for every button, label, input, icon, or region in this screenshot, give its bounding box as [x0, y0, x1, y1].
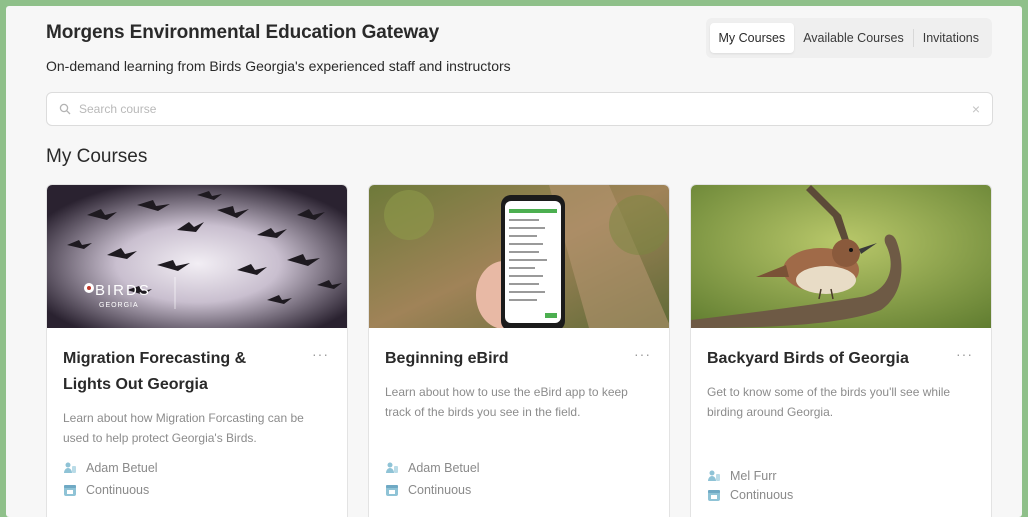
course-list: BIRDS GEORGIA Migration Forecasting & Li… [46, 184, 992, 517]
page-header: Morgens Environmental Education Gateway … [46, 22, 511, 74]
instructor-icon [64, 462, 76, 473]
more-options-icon[interactable]: ··· [956, 346, 973, 362]
course-description: Learn about how to use the eBird app to … [385, 385, 628, 419]
tab-invitations[interactable]: Invitations [914, 23, 988, 53]
course-schedule: Continuous [707, 488, 793, 502]
tab-available-courses[interactable]: Available Courses [794, 23, 913, 53]
course-card-body: Beginning eBird ··· Learn about how to u… [369, 328, 669, 422]
schedule-text: Continuous [730, 488, 794, 502]
instructor-name: Adam Betuel [408, 461, 480, 475]
course-thumbnail [691, 185, 991, 328]
course-card[interactable]: BIRDS GEORGIA Migration Forecasting & Li… [46, 184, 348, 517]
section-title: My Courses [46, 146, 148, 167]
thumb-logo-subtext: GEORGIA [99, 302, 139, 309]
page-title: Morgens Environmental Education Gateway [46, 22, 440, 43]
course-card[interactable]: Beginning eBird ··· Learn about how to u… [368, 184, 670, 517]
course-instructor: Adam Betuel [63, 461, 158, 475]
schedule-text: Continuous [408, 483, 472, 497]
instructor-icon [386, 462, 398, 473]
course-instructor: Adam Betuel [385, 461, 480, 475]
course-card-body: Migration Forecasting & Lights Out Georg… [47, 328, 347, 448]
course-card-body: Backyard Birds of Georgia ··· Get to kno… [691, 328, 991, 422]
course-schedule: Continuous [63, 483, 149, 497]
course-schedule: Continuous [385, 483, 471, 497]
course-title[interactable]: Backyard Birds of Georgia [707, 346, 937, 372]
thumb-logo-text: BIRDS [95, 282, 151, 299]
course-instructor: Mel Furr [707, 469, 777, 483]
clear-icon[interactable]: × [972, 101, 980, 117]
page-subtitle: On-demand learning from Birds Georgia's … [46, 58, 511, 74]
schedule-text: Continuous [86, 483, 150, 497]
calendar-icon [386, 485, 398, 496]
course-thumbnail [369, 185, 669, 328]
search-input[interactable] [79, 102, 972, 116]
instructor-name: Adam Betuel [86, 461, 158, 475]
instructor-icon [708, 470, 720, 481]
course-card[interactable]: Backyard Birds of Georgia ··· Get to kno… [690, 184, 992, 517]
tab-my-courses[interactable]: My Courses [709, 23, 795, 53]
calendar-icon [64, 485, 76, 496]
search-bar: × [46, 92, 993, 126]
more-options-icon[interactable]: ··· [634, 346, 651, 362]
course-tabs: My Courses Available Courses Invitations [705, 18, 992, 58]
course-title[interactable]: Migration Forecasting & Lights Out Georg… [63, 346, 293, 398]
course-title[interactable]: Beginning eBird [385, 346, 615, 372]
instructor-name: Mel Furr [730, 469, 777, 483]
course-description: Get to know some of the birds you'll see… [707, 385, 951, 419]
more-options-icon[interactable]: ··· [312, 346, 329, 362]
course-description: Learn about how Migration Forcasting can… [63, 411, 304, 445]
app-window: Morgens Environmental Education Gateway … [6, 6, 1022, 517]
search-icon [59, 103, 71, 115]
calendar-icon [708, 490, 720, 501]
course-thumbnail: BIRDS GEORGIA [47, 185, 347, 328]
